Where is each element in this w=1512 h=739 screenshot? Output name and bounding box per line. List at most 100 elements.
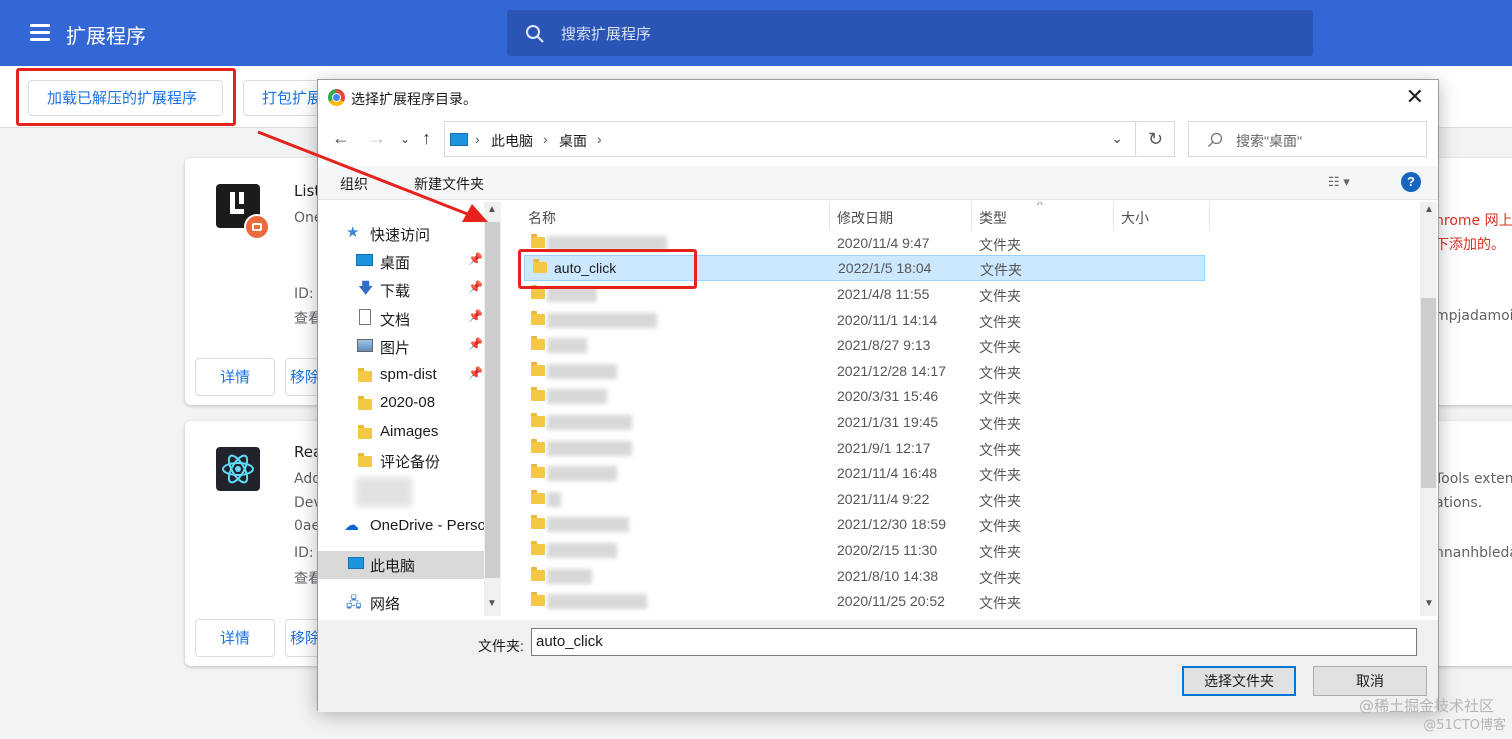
file-row[interactable]: 2021/11/4 16:48 文件夹 [519, 461, 1419, 487]
pin-icon[interactable]: 📌 [468, 309, 483, 323]
file-row[interactable]: 2021/1/31 19:45 文件夹 [519, 410, 1419, 436]
cancel-button[interactable]: 取消 [1313, 666, 1427, 696]
download-icon: 🡇 [358, 280, 374, 297]
column-name[interactable]: 名称 [528, 208, 556, 228]
breadcrumb-separator-icon: › [543, 131, 548, 147]
file-row[interactable]: 2021/12/28 14:17 文件夹 [519, 359, 1419, 385]
scrollbar-thumb[interactable] [485, 222, 500, 578]
pin-icon[interactable]: 📌 [468, 366, 483, 380]
nav-item-2020-08[interactable]: 2020-08 [318, 390, 504, 418]
forward-arrow-icon[interactable]: → [368, 128, 386, 149]
folder-icon [531, 490, 545, 504]
cloud-icon: ☁ [344, 517, 359, 534]
scroll-up-icon[interactable]: ▲ [487, 204, 497, 215]
details-button[interactable]: 详情 [195, 358, 275, 396]
folder-icon [358, 368, 372, 382]
nav-item-pictures[interactable]: 图片 📌 [318, 333, 504, 361]
up-arrow-icon[interactable]: ↑ [422, 128, 431, 149]
nav-item-comment-backup[interactable]: 评论备份 [318, 447, 504, 475]
file-list-scrollbar[interactable]: ▲ ▼ [1420, 202, 1437, 616]
back-arrow-icon[interactable]: ← [332, 128, 350, 149]
nav-item-quick-access[interactable]: ★ 快速访问 [318, 220, 504, 248]
warning-text-line1: hrome 网上 [1435, 213, 1512, 229]
highlight-box-auto-click [518, 249, 697, 289]
extension-id-label: ID: [294, 545, 314, 561]
folder-icon [531, 413, 545, 427]
folder-icon [531, 311, 545, 325]
nav-item-desktop[interactable]: 桌面 📌 [318, 248, 504, 276]
nav-item-network[interactable]: 🖧 网络 [318, 589, 504, 616]
nav-item-aimages[interactable]: Aimages [318, 419, 504, 447]
sort-ascending-icon: ^ [1037, 202, 1043, 212]
extensions-search-input[interactable]: 搜索扩展程序 [507, 10, 1313, 56]
file-row[interactable]: 2020/11/25 20:52 文件夹 [519, 589, 1419, 615]
scrollbar-thumb[interactable] [1421, 298, 1436, 488]
organize-menu[interactable]: 组织 [340, 174, 368, 194]
pin-icon[interactable]: 📌 [468, 337, 483, 351]
file-row[interactable]: 2020/2/15 11:30 文件夹 [519, 538, 1419, 564]
file-row[interactable]: 2021/9/1 12:17 文件夹 [519, 436, 1419, 462]
file-row[interactable]: 2021/11/4 9:22 文件夹 [519, 487, 1419, 513]
folder-icon [531, 515, 545, 529]
folder-icon [531, 464, 545, 478]
menu-icon[interactable] [30, 24, 50, 41]
scroll-down-icon[interactable]: ▼ [1424, 598, 1434, 609]
address-bar[interactable]: › 此电脑 › 桌面 › ⌄ [444, 121, 1136, 157]
breadcrumb-this-pc[interactable]: 此电脑 [491, 131, 533, 151]
dialog-title: 选择扩展程序目录。 [351, 91, 477, 107]
folder-icon [531, 234, 545, 248]
folder-icon [531, 592, 545, 606]
column-date[interactable]: 修改日期 [837, 208, 893, 228]
computer-icon [450, 133, 468, 146]
column-type[interactable]: 类型 [979, 208, 1007, 228]
pin-icon[interactable]: 📌 [468, 252, 483, 266]
navigation-bar: ← → ⌄ ↑ › 此电脑 › 桌面 › ⌄ ↻ 搜索"桌面" [318, 120, 1438, 158]
desktop-icon [356, 254, 373, 266]
nav-item-spm-dist[interactable]: spm-dist 📌 [318, 362, 504, 390]
select-folder-button[interactable]: 选择文件夹 [1182, 666, 1296, 696]
help-icon[interactable]: ? [1401, 172, 1421, 192]
extension-id-value: mpjadamoi [1435, 308, 1512, 324]
recent-locations-chevron-icon[interactable]: ⌄ [400, 132, 410, 146]
breadcrumb-desktop[interactable]: 桌面 [559, 131, 587, 151]
extension-id-value: nnanhbleda [1435, 545, 1512, 561]
nav-item-downloads[interactable]: 🡇 下载 📌 [318, 276, 504, 304]
scroll-down-icon[interactable]: ▼ [487, 598, 497, 609]
computer-icon [348, 557, 364, 569]
folder-name-input[interactable]: auto_click [531, 628, 1417, 656]
nav-pane-scrollbar[interactable]: ▲ ▼ [484, 202, 501, 616]
warning-text-line2: 下添加的。 [1435, 237, 1505, 253]
file-row[interactable]: 2021/12/30 18:59 文件夹 [519, 512, 1419, 538]
file-row[interactable]: 2021/8/27 9:13 文件夹 [519, 333, 1419, 359]
file-row[interactable]: 2020/3/31 15:46 文件夹 [519, 384, 1419, 410]
folder-search-placeholder: 搜索"桌面" [1236, 133, 1302, 149]
search-icon [526, 25, 544, 43]
pack-extension-button[interactable]: 打包扩展程序 [243, 80, 323, 116]
highlight-box-load-unpacked [16, 68, 236, 126]
view-options-icon[interactable]: ☷ ▾ [1328, 174, 1350, 190]
folder-search-input[interactable]: 搜索"桌面" [1188, 121, 1427, 157]
close-icon[interactable]: ✕ [1406, 84, 1424, 110]
refresh-icon[interactable]: ↻ [1137, 121, 1175, 157]
file-row[interactable]: 2021/8/10 14:38 文件夹 [519, 564, 1419, 590]
description-right-line1: Tools exten [1435, 471, 1512, 487]
nav-item-onedrive[interactable]: ☁ OneDrive - Perso [318, 513, 504, 541]
folder-icon [531, 362, 545, 376]
address-dropdown-chevron-icon[interactable]: ⌄ [1111, 130, 1123, 147]
breadcrumb-separator-icon: › [597, 131, 602, 147]
folder-icon [531, 336, 545, 350]
watermark-secondary: @51CTO博客 [1423, 718, 1506, 733]
star-icon: ★ [346, 224, 360, 241]
nav-item-documents[interactable]: 文档 📌 [318, 305, 504, 333]
new-folder-button[interactable]: 新建文件夹 [414, 174, 484, 194]
pin-icon[interactable]: 📌 [468, 280, 483, 294]
column-size[interactable]: 大小 [1121, 208, 1149, 228]
extensions-header: 扩展程序 搜索扩展程序 [0, 0, 1512, 66]
dialog-titlebar: 选择扩展程序目录。 ✕ [318, 80, 1438, 116]
folder-icon [531, 387, 545, 401]
file-row[interactable]: 2020/11/1 14:14 文件夹 [519, 308, 1419, 334]
scroll-up-icon[interactable]: ▲ [1424, 204, 1434, 215]
details-button[interactable]: 详情 [195, 619, 275, 657]
badge-icon [244, 214, 270, 240]
nav-item-this-pc[interactable]: 此电脑 [318, 551, 484, 579]
